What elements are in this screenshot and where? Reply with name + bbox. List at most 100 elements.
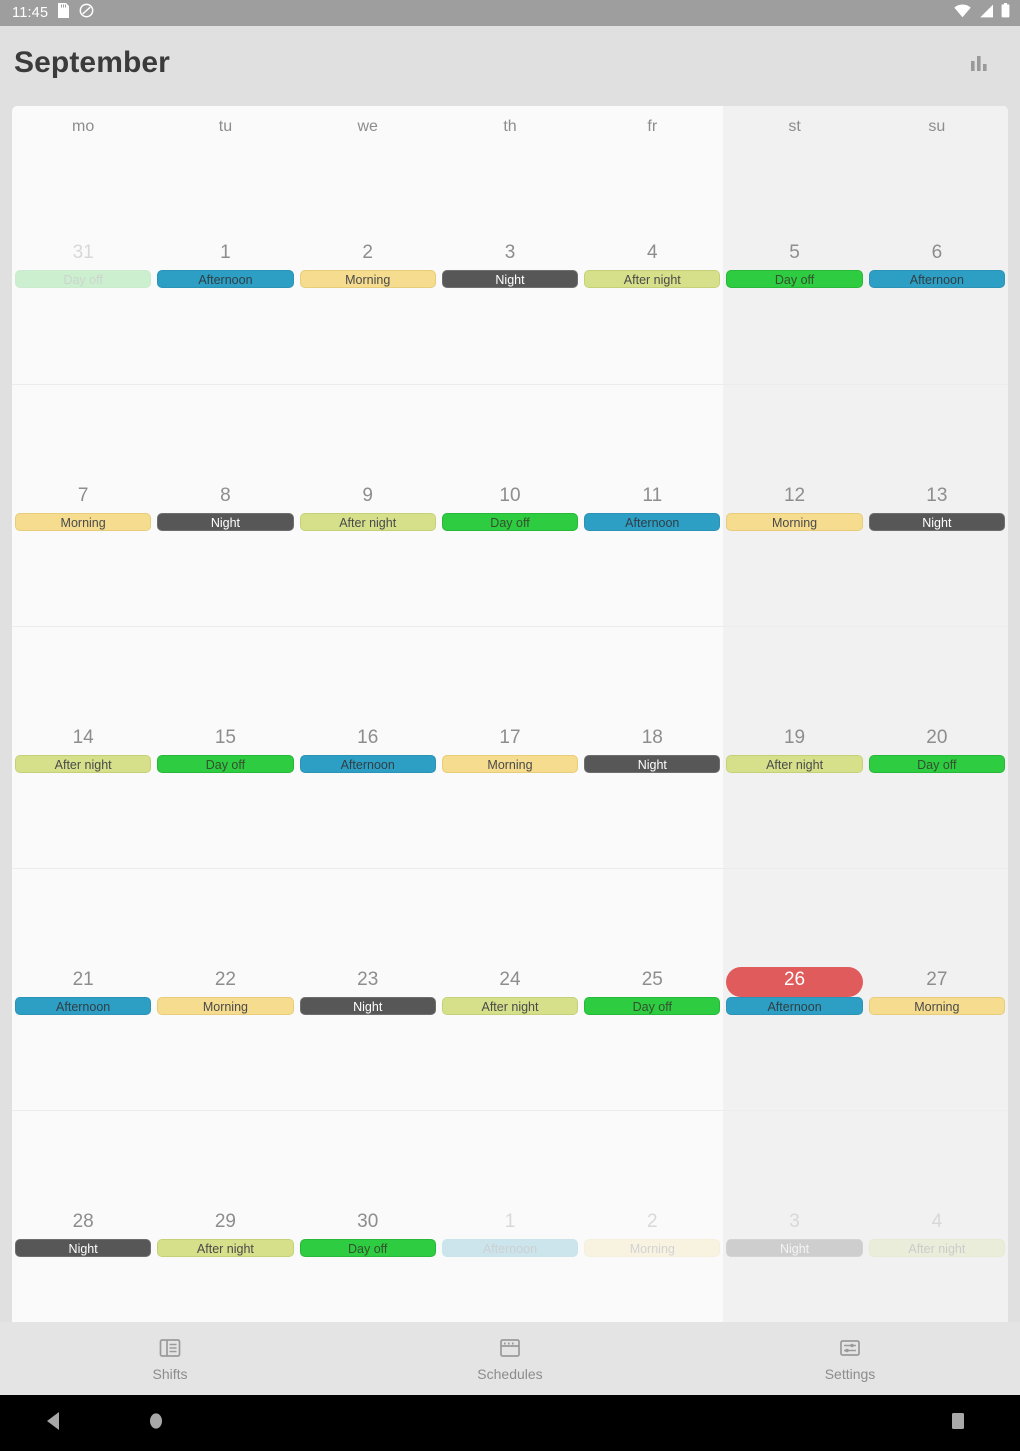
calendar: mo tu we th fr st su 31 Day off 1 Afternoon 2 Morni…	[12, 106, 1008, 1328]
calendar-day-cell[interactable]: 10 Day off	[439, 385, 581, 626]
calendar-day-cell[interactable]: 15 Day off	[154, 627, 296, 868]
calendar-day-cell[interactable]: 18 Night	[581, 627, 723, 868]
calendar-day-cell[interactable]: 16 Afternoon	[297, 627, 439, 868]
nav-item-shifts[interactable]: Shifts	[0, 1322, 340, 1395]
calendar-day-cell[interactable]: 5 Day off	[723, 142, 865, 384]
android-home-icon[interactable]	[148, 1411, 164, 1436]
calendar-week-row: 7 Morning 8 Night 9 After night 10 Day off 11 Aft…	[12, 384, 1008, 626]
calendar-day-cell[interactable]: 14 After night	[12, 627, 154, 868]
shift-badge[interactable]: After night	[441, 997, 579, 1015]
calendar-day-cell[interactable]: 26 Afternoon	[723, 869, 865, 1110]
shift-badge[interactable]: Afternoon	[584, 513, 721, 531]
day-number: 26	[783, 969, 806, 990]
shift-badge[interactable]: Morning	[157, 997, 294, 1015]
nav-item-settings[interactable]: Settings	[680, 1322, 1020, 1395]
shift-badge[interactable]: After night	[584, 270, 721, 288]
day-number: 23	[357, 969, 379, 990]
shift-badge[interactable]: Afternoon	[726, 997, 863, 1015]
calendar-day-cell[interactable]: 4 After night	[866, 1111, 1008, 1328]
shift-badge[interactable]: Morning	[868, 997, 1005, 1015]
shift-badge[interactable]: Morning	[726, 513, 863, 531]
shift-badge[interactable]: Afternoon	[15, 997, 152, 1015]
calendar-day-cell[interactable]: 29 After night	[154, 1111, 296, 1328]
calendar-day-cell[interactable]: 22 Morning	[154, 869, 296, 1110]
shift-badge[interactable]: Night	[15, 1239, 152, 1257]
shift-badge[interactable]: Day off	[15, 270, 152, 288]
shift-badge[interactable]: Night	[157, 513, 294, 531]
shift-badge[interactable]: Afternoon	[157, 270, 294, 288]
calendar-day-cell[interactable]: 31 Day off	[12, 142, 154, 384]
calendar-day-cell[interactable]: 20 Day off	[866, 627, 1008, 868]
shift-badge[interactable]: Afternoon	[441, 1239, 579, 1257]
calendar-day-cell[interactable]: 12 Morning	[723, 385, 865, 626]
sliders-icon	[837, 1335, 863, 1361]
day-number: 28	[72, 1211, 94, 1232]
calendar-day-cell[interactable]: 17 Morning	[439, 627, 581, 868]
calendar-day-cell[interactable]: 9 After night	[297, 385, 439, 626]
shift-badge[interactable]: Night	[868, 513, 1005, 531]
day-number: 3	[504, 242, 516, 263]
calendar-day-cell[interactable]: 19 After night	[723, 627, 865, 868]
day-of-week-label: tu	[218, 118, 233, 135]
status-bar-clock: 11:45	[12, 5, 49, 21]
shift-badge[interactable]: Afternoon	[299, 755, 436, 773]
day-number: 2	[646, 1211, 658, 1232]
bar-chart-icon[interactable]	[960, 44, 998, 82]
calendar-day-cell[interactable]: 11 Afternoon	[581, 385, 723, 626]
app-bar: September	[0, 26, 1020, 100]
shift-badge[interactable]: Night	[584, 755, 721, 773]
shift-badge[interactable]: After night	[15, 755, 152, 773]
shift-badge[interactable]: Day off	[157, 755, 294, 773]
day-number: 12	[783, 485, 806, 506]
bottom-navigation: Shifts Schedules Settings	[0, 1322, 1020, 1395]
shift-badge[interactable]: Afternoon	[868, 270, 1005, 288]
calendar-day-cell[interactable]: 23 Night	[297, 869, 439, 1110]
shift-badge[interactable]: After night	[726, 755, 863, 773]
calendar-day-cell[interactable]: 3 Night	[439, 142, 581, 384]
calendar-day-cell[interactable]: 30 Day off	[297, 1111, 439, 1328]
calendar-day-cell[interactable]: 27 Morning	[866, 869, 1008, 1110]
shift-badge[interactable]: Day off	[868, 755, 1005, 773]
shift-badge[interactable]: Day off	[299, 1239, 436, 1257]
calendar-day-cell[interactable]: 2 Morning	[581, 1111, 723, 1328]
shift-badge[interactable]: Morning	[299, 270, 436, 288]
nav-item-schedules[interactable]: Schedules	[340, 1322, 680, 1395]
day-number: 22	[214, 969, 236, 990]
calendar-day-cell[interactable]: 28 Night	[12, 1111, 154, 1328]
shift-badge[interactable]: Morning	[15, 513, 152, 531]
calendar-day-cell[interactable]: 6 Afternoon	[866, 142, 1008, 384]
shift-badge[interactable]: Night	[441, 270, 579, 288]
shift-badge[interactable]: Morning	[584, 1239, 721, 1257]
shift-badge[interactable]: Morning	[441, 755, 579, 773]
day-of-week-label: th	[503, 118, 517, 135]
android-recents-icon[interactable]	[951, 1412, 965, 1435]
shift-badge[interactable]: After night	[157, 1239, 294, 1257]
calendar-day-cell[interactable]: 2 Morning	[297, 142, 439, 384]
shift-badge[interactable]: Day off	[726, 270, 863, 288]
calendar-day-cell[interactable]: 7 Morning	[12, 385, 154, 626]
calendar-day-cell[interactable]: 8 Night	[154, 385, 296, 626]
calendar-day-cell[interactable]: 21 Afternoon	[12, 869, 154, 1110]
wifi-icon	[954, 4, 971, 23]
shift-badge[interactable]: Night	[299, 997, 436, 1015]
calendar-day-cell[interactable]: 13 Night	[866, 385, 1008, 626]
calendar-day-cell[interactable]: 24 After night	[439, 869, 581, 1110]
day-number: 29	[214, 1211, 236, 1232]
day-number: 21	[72, 969, 94, 990]
shift-badge[interactable]: Day off	[584, 997, 721, 1015]
day-number: 16	[357, 727, 379, 748]
day-number: 5	[789, 242, 800, 263]
nav-item-label: Schedules	[477, 1366, 543, 1382]
android-back-icon[interactable]	[45, 1411, 63, 1436]
calendar-day-cell[interactable]: 1 Afternoon	[154, 142, 296, 384]
shift-badge[interactable]: Night	[726, 1239, 863, 1257]
calendar-day-cell[interactable]: 3 Night	[723, 1111, 865, 1328]
shift-badge[interactable]: After night	[299, 513, 436, 531]
day-number: 3	[789, 1211, 800, 1232]
calendar-day-cell[interactable]: 1 Afternoon	[439, 1111, 581, 1328]
calendar-day-cell[interactable]: 4 After night	[581, 142, 723, 384]
calendar-day-cell[interactable]: 25 Day off	[581, 869, 723, 1110]
shift-badge[interactable]: Day off	[441, 513, 579, 531]
day-number: 2	[362, 242, 373, 263]
shift-badge[interactable]: After night	[868, 1239, 1005, 1257]
